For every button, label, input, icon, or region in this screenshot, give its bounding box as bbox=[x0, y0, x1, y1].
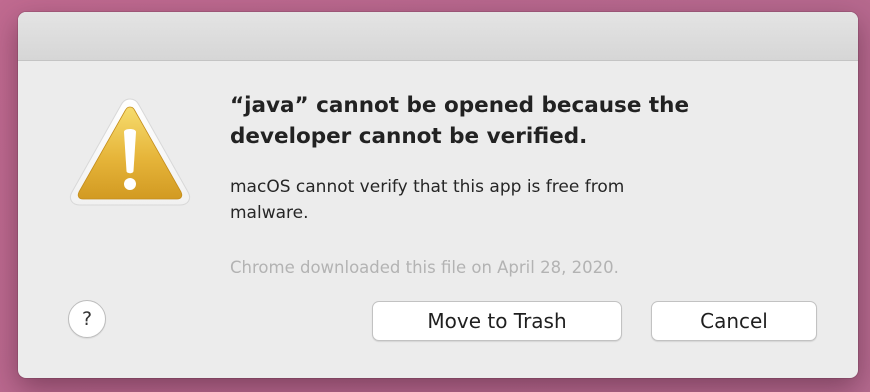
download-info-text: Chrome downloaded this file on April 28,… bbox=[230, 258, 619, 277]
help-button[interactable]: ? bbox=[68, 300, 106, 338]
warning-triangle-icon bbox=[69, 98, 191, 206]
cancel-button[interactable]: Cancel bbox=[651, 301, 817, 341]
dialog-titlebar bbox=[18, 12, 858, 61]
move-to-trash-button[interactable]: Move to Trash bbox=[372, 301, 622, 341]
alert-dialog: “java” cannot be opened because the deve… bbox=[18, 12, 858, 378]
alert-message: macOS cannot verify that this app is fre… bbox=[230, 177, 625, 223]
alert-heading: “java” cannot be opened because the deve… bbox=[230, 93, 690, 149]
